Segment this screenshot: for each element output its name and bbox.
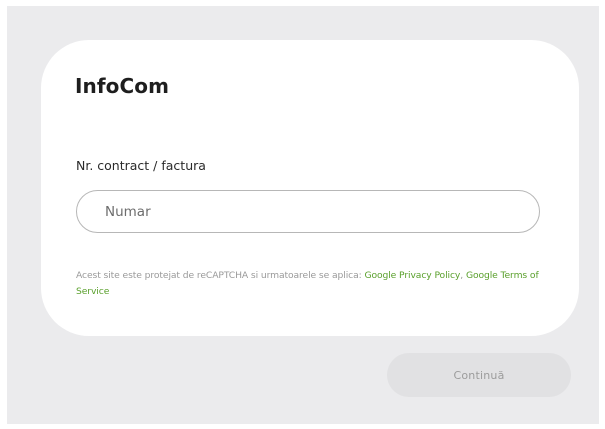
contract-field-label: Nr. contract / factura xyxy=(76,158,206,173)
login-card: InfoCom Nr. contract / factura Acest sit… xyxy=(41,40,579,336)
privacy-policy-link[interactable]: Google Privacy Policy xyxy=(364,270,460,281)
continue-button[interactable]: Continuă xyxy=(387,353,571,397)
recaptcha-notice: Acest site este protejat de reCAPTCHA si… xyxy=(76,268,546,300)
recaptcha-notice-text: Acest site este protejat de reCAPTCHA si… xyxy=(76,270,365,281)
contract-number-input[interactable] xyxy=(76,190,540,233)
brand-title: InfoCom xyxy=(75,74,170,98)
